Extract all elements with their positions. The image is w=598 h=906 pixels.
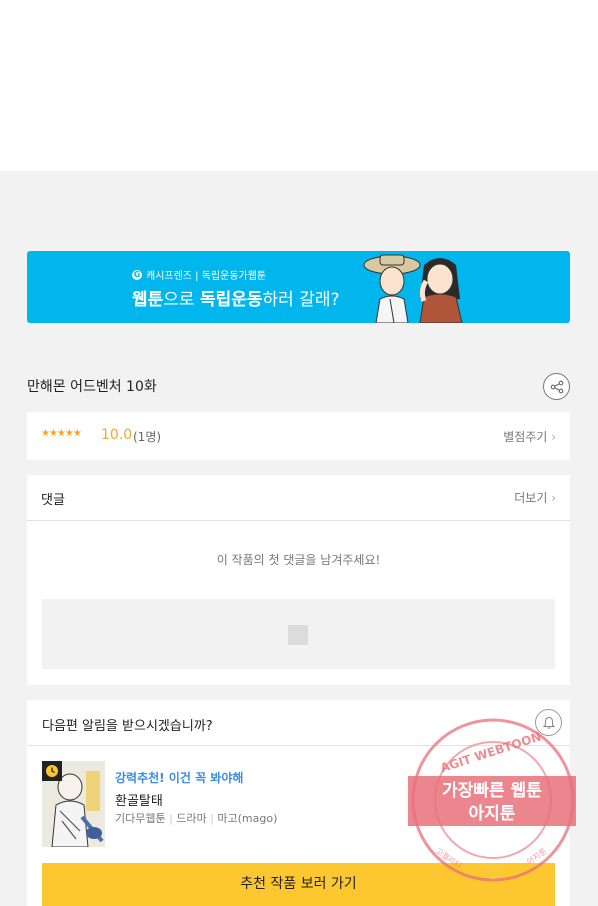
recommended-author: 마고(mago): [217, 812, 278, 825]
comments-more-button[interactable]: 더보기 ›: [514, 489, 556, 506]
rating-stars: ★★★★★: [41, 428, 82, 439]
recommended-platform: 기다무웹툰: [115, 812, 166, 825]
rate-button[interactable]: 별점주기 ›: [503, 428, 556, 445]
comments-card: 댓글 더보기 › 이 작품의 첫 댓글을 남겨주세요!: [27, 475, 570, 685]
share-icon: [550, 380, 563, 393]
comments-title: 댓글: [41, 493, 65, 508]
chevron-right-icon: ›: [551, 491, 556, 505]
top-blank-area: [0, 0, 598, 171]
clock-icon: [46, 765, 58, 777]
comment-placeholder-icon: [288, 625, 308, 645]
recommended-title[interactable]: 환골탈태: [115, 790, 163, 809]
episode-title: 만해몬 어드벤처 10화: [27, 379, 157, 395]
banner-headline: 웹툰으로 독립운동하러 갈래?: [132, 285, 340, 310]
recommendation-badge: 강력추천! 이건 꼭 봐야해: [115, 771, 244, 785]
promo-banner[interactable]: G 캐시프렌즈 | 독립운동가웹툰 웹툰으로 독립운동하러 갈래?: [27, 251, 570, 323]
rating-count: (1명): [133, 430, 162, 444]
banner-headline-part: 으로: [163, 290, 200, 310]
recommended-meta: 기다무웹툰 | 드라마 | 마고(mago): [115, 810, 277, 826]
share-button[interactable]: [543, 373, 570, 400]
svg-text:아지툰: 아지툰: [525, 846, 549, 867]
comments-more-label: 더보기: [514, 491, 548, 505]
recommended-genre: 드라마: [176, 812, 207, 825]
comment-input-box[interactable]: [42, 599, 555, 669]
rating-card: ★★★★★ 10.0 (1명) 별점주기 ›: [27, 412, 570, 460]
comments-empty-message: 이 작품의 첫 댓글을 남겨주세요!: [216, 553, 381, 567]
divider: [27, 520, 570, 521]
brand-logo-icon: G: [132, 269, 142, 280]
banner-characters-illustration: [363, 254, 463, 323]
banner-brand-label: 캐시프렌즈 | 독립운동가웹툰: [146, 271, 267, 282]
banner-headline-part: 하러 갈래?: [262, 290, 340, 310]
svg-text:아지툰: 아지툰: [469, 804, 516, 824]
rate-button-label: 별점주기: [503, 430, 548, 444]
notify-prompt: 다음편 알림을 받으시겠습니까?: [42, 719, 213, 734]
watermark-stamp: AGIT WEBTOON 가장빠른 웹툰 아지툰 고퀄리티 아지툰: [408, 718, 576, 882]
banner-brand: G 캐시프렌즈 | 독립운동가웹툰: [132, 267, 266, 282]
banner-headline-part: 독립운동: [199, 290, 263, 310]
wait-free-badge: [42, 761, 62, 781]
recommended-thumbnail[interactable]: [42, 761, 105, 847]
rating-score: 10.0: [101, 427, 133, 443]
banner-headline-part: 웹툰: [132, 290, 164, 310]
chevron-right-icon: ›: [551, 430, 556, 444]
svg-text:가장빠른 웹툰: 가장빠른 웹툰: [442, 781, 542, 801]
